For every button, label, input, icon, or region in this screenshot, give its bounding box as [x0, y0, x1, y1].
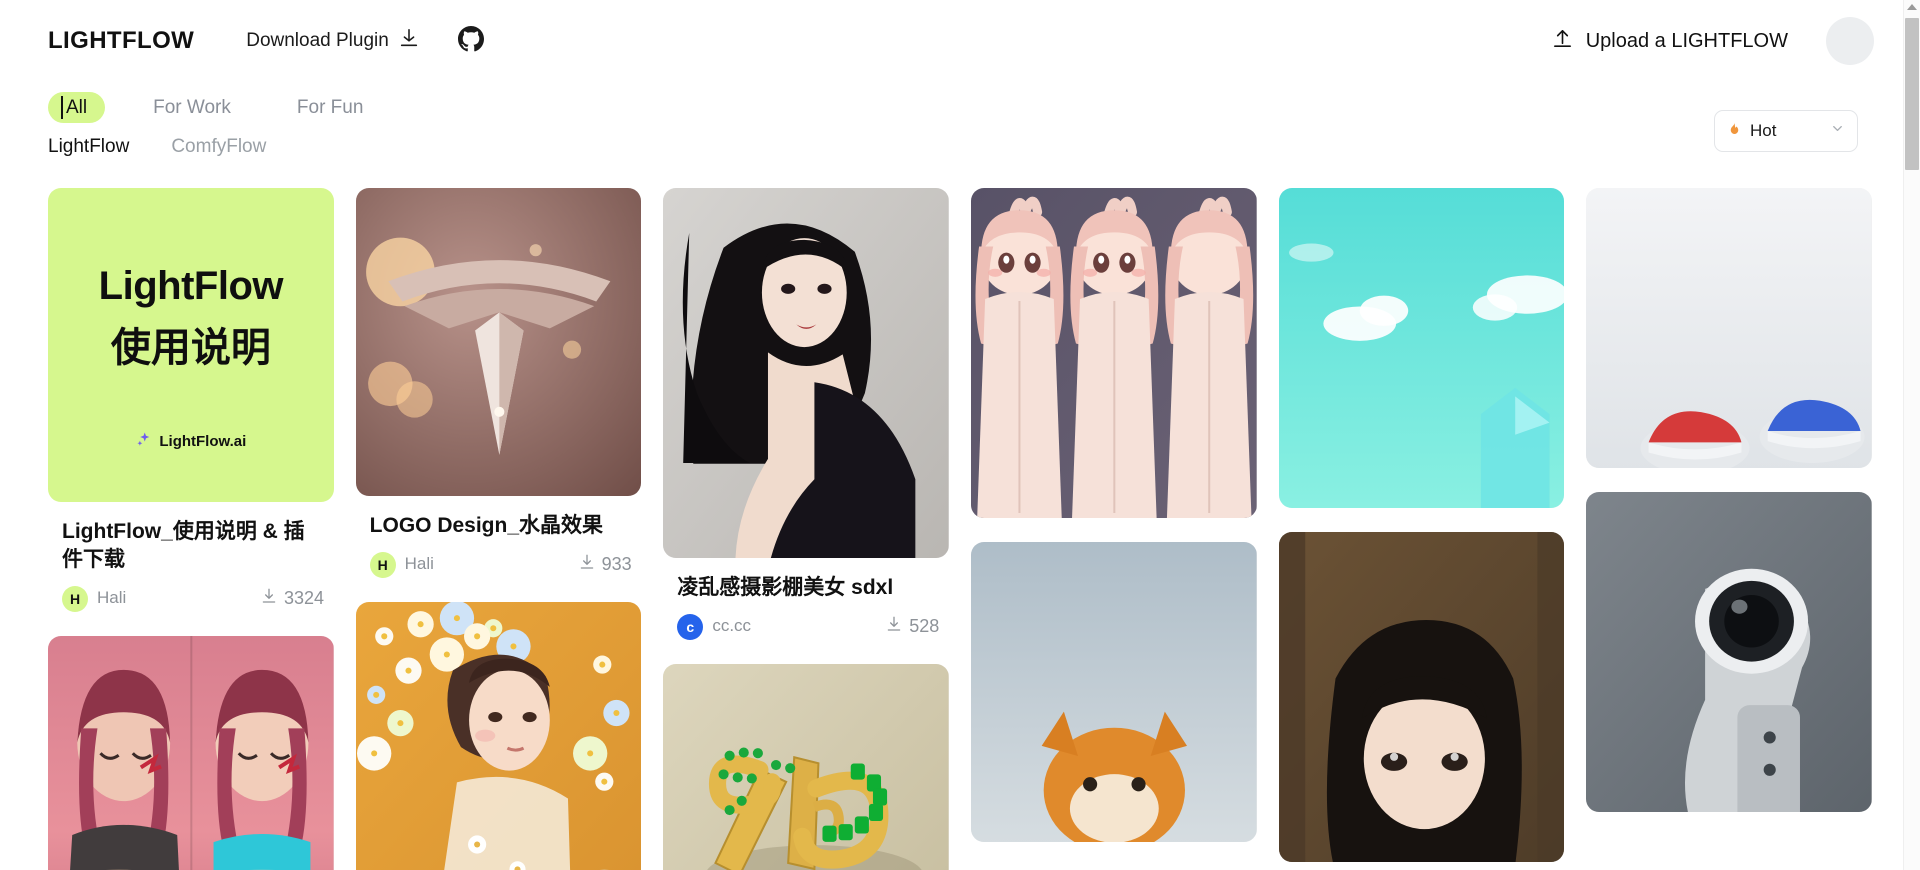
download-plugin-button[interactable]: Download Plugin [246, 27, 420, 55]
card-thumbnail[interactable] [663, 663, 949, 870]
card-title[interactable]: 凌乱感摄影棚美女 sdxl [677, 574, 932, 602]
scroll-up-arrow-icon[interactable] [1907, 4, 1917, 10]
card-thumbnail[interactable] [355, 601, 642, 870]
vertical-scrollbar[interactable] [1903, 0, 1920, 870]
author-avatar[interactable]: c [677, 613, 704, 640]
card-thumbnail[interactable] [1278, 188, 1565, 508]
card-thumbnail[interactable] [1586, 492, 1872, 812]
filter-tab-for-fun-label: For Fun [296, 96, 364, 118]
card-thumbnail[interactable] [355, 188, 642, 496]
lightflow-card[interactable]: 凌乱感摄影棚美女 sdxl c cc.cc 528 [663, 188, 949, 640]
upload-icon [1551, 27, 1574, 56]
download-count: 3324 [252, 587, 324, 610]
author-avatar[interactable]: H [62, 585, 88, 612]
download-count-value: 933 [601, 554, 632, 575]
flame-icon [1727, 120, 1742, 142]
lightflow-app: LIGHTFLOW Download Plugin Upload a LIGHT… [0, 0, 1920, 870]
filter-tab-for-work[interactable]: For Work [135, 92, 249, 123]
download-icon [260, 587, 278, 610]
card-title[interactable]: LOGO Design_水晶效果 [370, 512, 625, 540]
lightflow-card[interactable]: 复刻+换脸YYAZHOU568 [355, 601, 642, 870]
github-link[interactable] [457, 25, 484, 57]
card-meta: H Hali 933 [369, 551, 632, 578]
upload-lightflow-button[interactable]: Upload a LIGHTFLOW [1551, 27, 1788, 56]
card-thumbnail[interactable] [663, 188, 949, 558]
primary-filter-tabs: All For Work For Fun [48, 92, 381, 123]
upload-label: Upload a LIGHTFLOW [1585, 29, 1788, 52]
author-name[interactable]: Hali [97, 587, 126, 610]
lightflow-card[interactable] [1278, 532, 1565, 862]
chevron-down-icon [1830, 121, 1845, 141]
scrollbar-thumb[interactable] [1905, 18, 1919, 170]
card-thumbnail[interactable] [970, 542, 1257, 842]
download-icon [398, 27, 420, 55]
brand-logo[interactable]: LIGHTFLOW [48, 27, 194, 55]
download-count-value: 528 [909, 616, 940, 637]
lightflow-card[interactable] [970, 542, 1257, 842]
card-meta: H Hali 3324 [62, 585, 324, 612]
download-count-value: 3324 [283, 588, 324, 609]
lightflow-card[interactable] [1278, 188, 1565, 508]
download-icon [885, 615, 903, 638]
lightflow-ai-logo: LightFlow.ai [135, 431, 246, 453]
lightflow-card[interactable] [970, 188, 1257, 518]
card-thumbnail[interactable] [1278, 532, 1565, 862]
sort-value: Hot [1750, 121, 1777, 140]
card-thumbnail[interactable] [48, 635, 334, 870]
secondary-filter-tabs: LightFlow ComfyFlow [48, 136, 266, 158]
lightflow-card[interactable] [1586, 188, 1872, 468]
card-title[interactable]: LightFlow_使用说明 & 插件下载 [62, 518, 317, 574]
author-name[interactable]: cc.cc [712, 615, 751, 638]
filter-tab-for-work-label: For Work [153, 96, 231, 118]
download-icon [578, 553, 596, 576]
sparkles-icon [135, 431, 153, 453]
subtab-lightflow[interactable]: LightFlow [48, 136, 129, 158]
lightflow-card[interactable]: 一键脱衣BB站：AI开源分享KK2536 [48, 635, 334, 870]
author-name[interactable]: Hali [405, 553, 434, 576]
app-header: LIGHTFLOW Download Plugin Upload a LIGHT… [0, 0, 1920, 82]
subtab-comfyflow[interactable]: ComfyFlow [171, 136, 266, 158]
filter-section: All For Work For Fun LightFlow ComfyFlow… [0, 82, 1920, 178]
lightflow-card[interactable] [1586, 492, 1872, 812]
sort-dropdown[interactable]: Hot [1714, 110, 1858, 152]
card-thumbnail[interactable]: LightFlow 使用说明 LightFlow.ai [48, 188, 334, 502]
text-caret [61, 96, 63, 119]
filter-tab-for-fun[interactable]: For Fun [279, 92, 382, 123]
hero-title-cn: 使用说明 [110, 325, 271, 370]
filter-tab-all-label: All [66, 96, 88, 118]
download-plugin-label: Download Plugin [246, 30, 389, 51]
card-meta: c cc.cc 528 [677, 613, 939, 640]
download-count: 528 [877, 615, 939, 638]
hero-title-en: LightFlow [98, 263, 284, 308]
github-icon [457, 25, 484, 57]
lightflow-ai-label: LightFlow.ai [159, 433, 247, 450]
filter-tab-all[interactable]: All [48, 92, 106, 123]
author-avatar[interactable]: H [369, 551, 396, 578]
download-count: 933 [570, 553, 632, 576]
avatar[interactable] [1826, 17, 1874, 65]
card-thumbnail[interactable] [970, 188, 1257, 518]
card-thumbnail[interactable] [1586, 188, 1872, 468]
lightflow-card-grid: LightFlow 使用说明 LightFlow.ai LightFlow_使用说明 … [48, 188, 1872, 870]
lightflow-card[interactable]: LightFlow 使用说明 LightFlow.ai LightFlow_使用说明 … [48, 188, 334, 612]
lightflow-card[interactable]: LOGO Design_水晶效果 H Hali 933 [355, 188, 642, 578]
lightflow-card[interactable]: 3D Design_祖母绿宝石HHali420 [663, 663, 949, 870]
